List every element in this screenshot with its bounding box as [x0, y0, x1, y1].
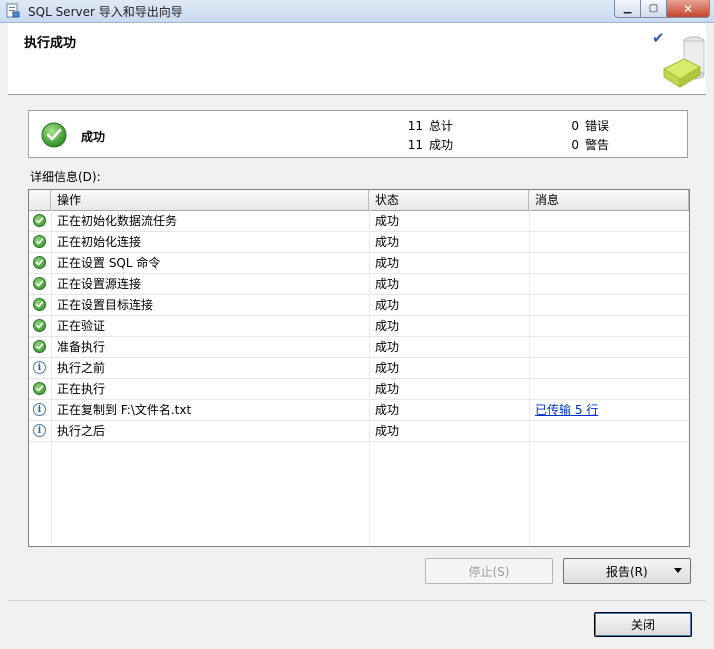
table-row[interactable]: 正在验证 成功 — [29, 316, 689, 337]
row-action: 正在验证 — [57, 319, 106, 333]
row-message-link[interactable]: 已传输 5 行 — [535, 400, 598, 420]
maximize-icon: ▢ — [648, 3, 659, 14]
success-icon — [33, 382, 47, 396]
warning-label: 警告 — [585, 138, 610, 152]
window-frame-left — [0, 23, 8, 649]
column-header-action[interactable]: 操作 — [51, 190, 369, 210]
summary-panel: 成功 11 总计 11 成功 0 错误 0 警告 — [28, 110, 688, 158]
stop-button[interactable]: 停止(S) — [425, 558, 553, 584]
report-button[interactable]: 报告(R) — [563, 558, 691, 584]
column-header-message[interactable]: 消息 — [529, 190, 689, 210]
table-row[interactable]: 正在设置目标连接 成功 — [29, 295, 689, 316]
page-title: 执行成功 — [24, 36, 77, 51]
total-stat: 11 总计 — [407, 117, 453, 134]
wizard-header: 执行成功 ✔ — [8, 23, 706, 95]
close-button[interactable]: 关闭 — [594, 612, 692, 637]
window-title: SQL Server 导入和导出向导 — [28, 5, 183, 19]
success-icon — [33, 319, 47, 333]
title-bar: SQL Server 导入和导出向导 ▁ ▢ ✕ — [0, 0, 714, 23]
maximize-button[interactable]: ▢ — [641, 0, 667, 18]
table-row[interactable]: i 正在复制到 F:\文件名.txt 成功 已传输 5 行 — [29, 400, 689, 421]
info-icon: i — [33, 403, 47, 417]
report-button-label: 报告(R) — [606, 564, 648, 579]
success-icon — [33, 256, 47, 270]
grid-header: 操作 状态 消息 — [29, 190, 689, 211]
close-icon: ✕ — [682, 1, 694, 16]
row-status: 成功 — [375, 361, 400, 375]
table-row[interactable]: 正在初始化数据流任务 成功 — [29, 211, 689, 232]
table-row[interactable]: 正在设置源连接 成功 — [29, 274, 689, 295]
wizard-graphic-icon — [662, 36, 705, 88]
success-icon — [33, 235, 47, 249]
success-icon — [33, 277, 47, 291]
success-large-icon — [41, 122, 67, 148]
table-row[interactable]: i 执行之后 成功 — [29, 421, 689, 442]
column-header-icon[interactable] — [29, 190, 51, 210]
minimize-icon: ▁ — [623, 3, 632, 14]
table-row[interactable]: 准备执行 成功 — [29, 337, 689, 358]
table-row[interactable]: 正在初始化连接 成功 — [29, 232, 689, 253]
wizard-app-icon — [6, 3, 20, 18]
info-icon: i — [33, 361, 47, 375]
error-stat: 0 错误 — [563, 117, 609, 134]
dropdown-arrow-icon — [674, 568, 682, 573]
row-status: 成功 — [375, 277, 400, 291]
success-icon — [33, 214, 47, 228]
row-status: 成功 — [375, 235, 400, 249]
overall-status: 成功 — [81, 130, 106, 144]
success-stat: 11 成功 — [407, 136, 453, 153]
row-action: 正在设置目标连接 — [57, 298, 154, 312]
row-status: 成功 — [375, 382, 400, 396]
success-label: 成功 — [429, 138, 454, 152]
success-icon — [33, 340, 47, 354]
row-action: 准备执行 — [57, 340, 106, 354]
row-status: 成功 — [375, 298, 400, 312]
close-window-button[interactable]: ✕ — [667, 0, 710, 18]
window-frame-right — [706, 23, 714, 649]
warning-stat: 0 警告 — [563, 136, 609, 153]
table-row[interactable]: i 执行之前 成功 — [29, 358, 689, 379]
error-label: 错误 — [585, 119, 610, 133]
row-action: 执行之前 — [57, 361, 106, 375]
table-row[interactable]: 正在设置 SQL 命令 成功 — [29, 253, 689, 274]
minimize-button[interactable]: ▁ — [614, 0, 641, 18]
table-row[interactable]: 正在执行 成功 — [29, 379, 689, 400]
row-status: 成功 — [375, 319, 400, 333]
row-action: 正在初始化连接 — [57, 235, 142, 249]
row-status: 成功 — [375, 256, 400, 270]
details-grid[interactable]: 操作 状态 消息 正在初始化数据流任务 成功 正在初始化连接 成功 正在设置 SQL 命… — [28, 189, 690, 547]
row-status: 成功 — [375, 214, 400, 228]
row-status: 成功 — [375, 340, 400, 354]
row-status: 成功 — [375, 424, 400, 438]
window-controls: ▁ ▢ ✕ — [614, 0, 710, 18]
row-status: 成功 — [375, 403, 400, 417]
row-action: 正在初始化数据流任务 — [57, 214, 178, 228]
row-action: 正在复制到 F:\文件名.txt — [57, 403, 192, 417]
row-action: 正在设置 SQL 命令 — [57, 256, 161, 270]
warning-count: 0 — [571, 138, 579, 152]
column-header-status[interactable]: 状态 — [369, 190, 529, 210]
row-action: 正在设置源连接 — [57, 277, 142, 291]
row-action: 执行之后 — [57, 424, 106, 438]
error-count: 0 — [571, 119, 579, 133]
total-count: 11 — [407, 119, 423, 133]
info-icon: i — [33, 424, 47, 438]
success-icon — [33, 298, 47, 312]
success-count: 11 — [407, 138, 423, 152]
details-label: 详细信息(D): — [30, 170, 101, 184]
footer-separator — [8, 600, 706, 601]
total-label: 总计 — [429, 119, 454, 133]
row-action: 正在执行 — [57, 382, 106, 396]
